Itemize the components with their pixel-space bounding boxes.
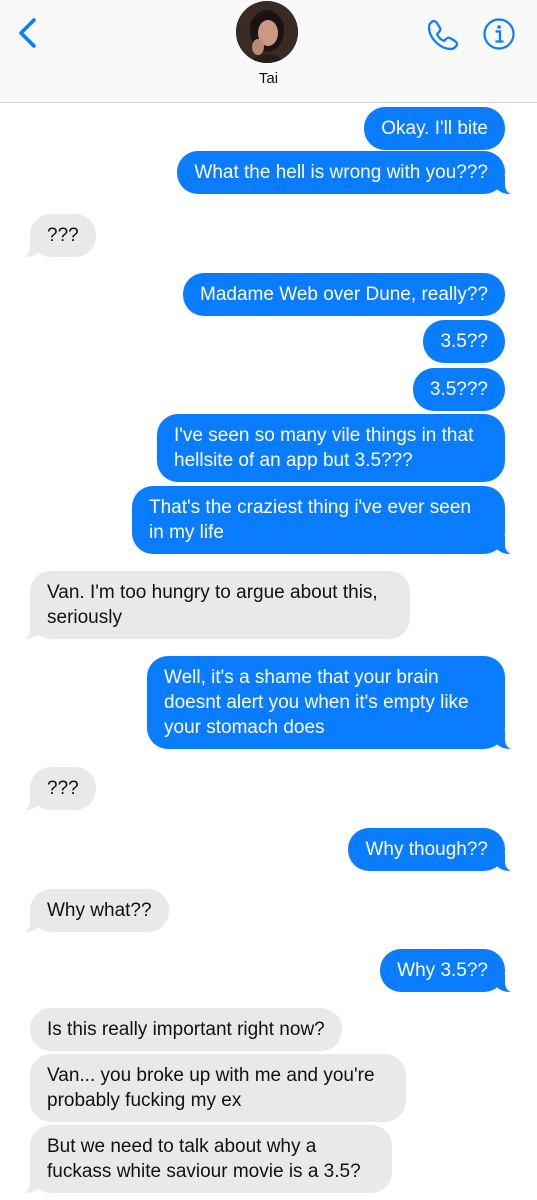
message-bubble-outgoing[interactable]: That's the craziest thing i've ever seen… [132,486,517,555]
info-icon [483,18,515,50]
message-text: That's the craziest thing i've ever seen… [149,497,471,543]
message-text: 3.5?? [440,331,488,352]
message-bubble-outgoing[interactable]: 3.5?? [423,320,505,363]
message-text: ??? [47,778,79,799]
message-text: Madame Web over Dune, really?? [200,284,488,305]
message-text: Why what?? [47,900,152,921]
message-text: Van. I'm too hungry to argue about this,… [47,582,378,628]
message-text: Well, it's a shame that your brain doesn… [164,667,469,738]
message-bubble-outgoing[interactable]: 3.5??? [412,368,505,411]
message-bubble-outgoing[interactable]: I've seen so many vile things in that he… [157,414,505,482]
message-bubble-outgoing[interactable]: Why 3.5?? [380,949,517,993]
message-bubble-incoming[interactable]: Van... you broke up with me and you're p… [30,1054,406,1122]
message-bubble-incoming[interactable]: Is this really important right now? [30,1008,342,1051]
contact-name[interactable]: Tai [0,70,537,87]
message-bubble-outgoing[interactable]: Well, it's a shame that your brain doesn… [147,656,517,750]
message-thread[interactable]: Okay. I'll bite What the hell is wrong w… [0,103,537,1200]
message-text: Why though?? [365,839,488,860]
call-button[interactable] [425,17,461,53]
message-text: ??? [47,225,79,246]
message-text: Van... you broke up with me and you're p… [47,1065,375,1111]
contact-photo [236,1,298,63]
message-bubble-incoming[interactable]: Why what?? [18,889,169,933]
message-text: I've seen so many vile things in that he… [174,425,474,471]
contact-avatar[interactable] [236,1,298,63]
conversation-header: Tai [0,0,537,103]
message-bubble-outgoing[interactable]: Okay. I'll bite [364,107,505,150]
info-button[interactable] [482,17,516,51]
message-text: 3.5??? [429,379,488,400]
chevron-left-icon [19,18,36,48]
phone-icon [427,19,459,51]
message-bubble-incoming[interactable]: But we need to talk about why a fuckass … [18,1125,392,1194]
message-text: But we need to talk about why a fuckass … [47,1136,361,1182]
message-bubble-incoming[interactable]: ??? [18,767,96,811]
message-bubble-outgoing[interactable]: Madame Web over Dune, really?? [183,273,505,316]
message-text: Okay. I'll bite [381,118,488,139]
message-bubble-outgoing[interactable]: Why though?? [348,828,517,872]
message-bubble-incoming[interactable]: Van. I'm too hungry to argue about this,… [18,571,410,640]
message-bubble-incoming[interactable]: ??? [18,214,96,258]
message-text: What the hell is wrong with you??? [194,162,488,183]
message-bubble-outgoing[interactable]: What the hell is wrong with you??? [177,151,517,195]
back-button[interactable] [14,16,44,50]
message-text: Is this really important right now? [47,1019,325,1040]
message-text: Why 3.5?? [397,960,488,981]
